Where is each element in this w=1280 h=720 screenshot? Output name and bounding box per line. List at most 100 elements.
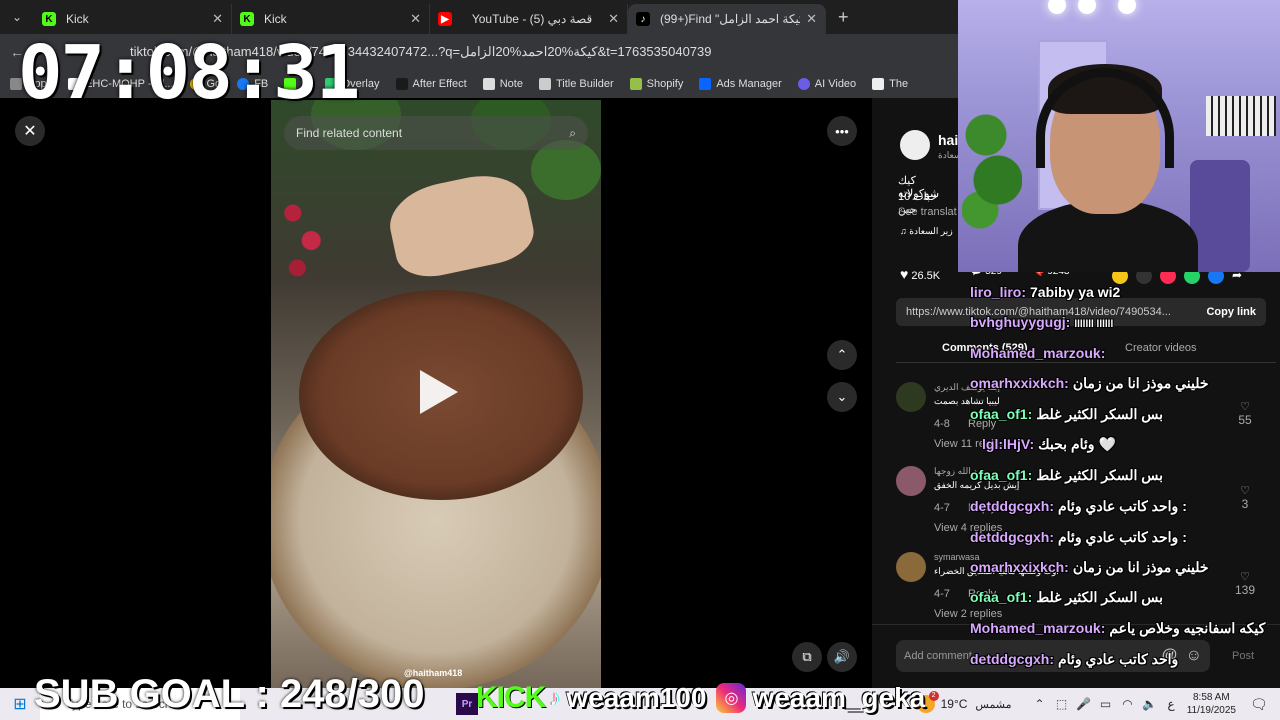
the-icon — [872, 78, 885, 90]
author-name[interactable]: hai — [938, 132, 958, 148]
kick-logo: KICK — [476, 681, 546, 714]
next-video-icon[interactable]: ⌄ — [827, 382, 857, 412]
comment-like[interactable]: ♡ 55 — [1230, 400, 1260, 427]
overlay-clock: 07:08:31 — [18, 30, 360, 116]
new-tab-icon[interactable]: + — [838, 7, 849, 28]
music-row[interactable]: ♫ زير السعادة — [900, 226, 953, 237]
chat-text: كيكه اسفانجيه وخلاص ياعم — [1109, 620, 1266, 636]
close-tab-icon[interactable]: ✕ — [212, 11, 223, 27]
chat-text: وئام بحبك 🤍 — [1038, 436, 1116, 452]
chat-message: detddgcgxh: واحد كاتب عادي وئام : — [970, 529, 1187, 546]
play-icon[interactable] — [420, 370, 458, 414]
bookmark-label: Shopify — [646, 78, 684, 90]
author-subtitle: السعادة — [938, 150, 958, 160]
chat-text: 7abiby ya wi2 — [1030, 284, 1121, 300]
kick-icon: K — [240, 12, 254, 26]
chat-username: detddgcgxh: — [970, 498, 1054, 514]
chat-message: omarhxxixkch: خليني موذز انا من زمان — [970, 375, 1209, 392]
heart-outline-icon: ♡ — [1240, 571, 1250, 583]
heart-outline-icon: ♡ — [1240, 401, 1250, 413]
bookmark-label: Ads Manager — [716, 78, 782, 90]
hand — [383, 166, 539, 284]
comment-avatar[interactable] — [896, 552, 926, 582]
chat-message: lgl:lHjV: وئام بحبك 🤍 — [982, 436, 1116, 453]
notifications-icon[interactable]: 🗨 — [1250, 696, 1272, 713]
kick-icon: K — [42, 12, 56, 26]
close-tab-icon[interactable]: ✕ — [806, 11, 817, 27]
microphone-icon[interactable]: 🎤 — [1076, 697, 1092, 711]
floating-player-icon[interactable]: ⧉ — [792, 642, 822, 672]
chat-username: Mohamed_marzouk: — [970, 620, 1106, 636]
comment-avatar[interactable] — [896, 466, 926, 496]
speaker-icon[interactable]: 🔈 — [1142, 697, 1158, 711]
close-tab-icon[interactable]: ✕ — [608, 11, 619, 27]
taskbar-time: 8:58 AM — [1192, 692, 1230, 703]
chat-text: بس السكر الكثير غلط — [1036, 467, 1164, 483]
tab-title: Kick — [264, 12, 287, 26]
premiere-icon[interactable]: Pr — [456, 693, 478, 715]
webcam-feed — [958, 0, 1280, 272]
chat-username: omarhxxixkch: — [970, 559, 1069, 575]
browser-tab-active[interactable]: ♪ (99+)Find "كيكة احمد الزامل" on T ✕ — [628, 4, 826, 34]
kick-username: weaam100 — [566, 682, 707, 713]
copy-link-button[interactable]: Copy link — [1206, 306, 1256, 318]
chat-message: omarhxxixkch: خليني موذز انا من زمان — [970, 559, 1209, 576]
comment-avatar[interactable] — [896, 382, 926, 412]
bookmark-the[interactable]: The — [872, 78, 908, 90]
tiktok-player: ✕ Find related content ⌕ @haitham418 •••… — [0, 98, 872, 688]
weather-badge: 2 — [928, 691, 939, 701]
comment-like-count: 55 — [1238, 413, 1252, 427]
bookmark-ai-video[interactable]: AI Video — [797, 78, 857, 90]
red-flowers — [279, 180, 325, 290]
related-search-bar[interactable]: Find related content ⌕ — [284, 116, 588, 150]
chat-message: ofaa_of1: بس السكر الكثير غلط — [970, 589, 1163, 606]
close-tab-icon[interactable]: ✕ — [410, 11, 421, 27]
comment-like[interactable]: ♡ 3 — [1230, 484, 1260, 511]
comment-date: 4-7 — [934, 502, 950, 514]
chevron-up-icon[interactable]: ⌃ — [1032, 697, 1048, 711]
bookmark-label: AI Video — [814, 78, 857, 90]
like-action[interactable]: ♥ 26.5K — [900, 266, 940, 282]
bookmark-title-builder[interactable]: Title Builder — [538, 78, 614, 90]
more-options-icon[interactable]: ••• — [827, 116, 857, 146]
network-icon[interactable]: ⬚ — [1054, 697, 1070, 711]
tabs-underline — [896, 362, 1276, 363]
battery-icon[interactable]: ▭ — [1098, 697, 1114, 711]
heart-icon: ♥ — [900, 266, 909, 282]
room-plant — [962, 90, 1022, 240]
bookmark-shopify[interactable]: Shopify — [629, 78, 684, 90]
chat-text: واحد كاتب عادي وئام — [1058, 651, 1179, 667]
bookmark-after-effect[interactable]: After Effect — [395, 78, 467, 90]
chat-text: lllllll llllll — [1074, 319, 1114, 330]
bookmark-label: Title Builder — [555, 78, 614, 90]
chat-message: detddgcgxh: واحد كاتب عادي وئام : — [970, 498, 1187, 515]
wifi-icon[interactable]: ◠ — [1120, 697, 1136, 711]
language-indicator[interactable]: ع — [1168, 697, 1175, 711]
music-title: زير السعادة — [909, 226, 953, 236]
tab-search-menu-icon[interactable]: ⌄ — [0, 0, 34, 34]
author-avatar[interactable] — [900, 130, 930, 160]
browser-tab[interactable]: ▶ YouTube - (5) قصة دبي ✕ — [430, 4, 628, 34]
previous-video-icon[interactable]: ⌃ — [827, 340, 857, 370]
emoji-icon[interactable]: ☺ — [1186, 647, 1202, 665]
bookmark-note[interactable]: Note — [482, 78, 523, 90]
system-tray: 2 19°C مشمس ⌃ ⬚ 🎤 ▭ ◠ 🔈 ع 8:58 AM 11/19/… — [916, 688, 1280, 720]
taskbar-clock[interactable]: 8:58 AM 11/19/2025 — [1187, 691, 1236, 717]
close-icon[interactable]: ✕ — [15, 116, 45, 146]
tab-title: (99+)Find "كيكة احمد الزامل" on T — [660, 12, 800, 26]
see-translation-link[interactable]: See translat — [898, 206, 957, 218]
chat-username: Mohamed_marzouk: — [970, 345, 1106, 361]
view-replies[interactable]: View 2 replies — [934, 608, 1002, 620]
heart-outline-icon: ♡ — [1240, 485, 1250, 497]
ceiling-light — [1048, 0, 1066, 14]
comment-like[interactable]: ♡ 139 — [1230, 570, 1260, 597]
bookmark-ads-manager[interactable]: Ads Manager — [699, 78, 782, 90]
post-button[interactable]: Post — [1232, 650, 1254, 662]
social-handles-overlay: KICK ♪ weaam100 ◎ weaam_geka — [476, 680, 925, 716]
comment-like-count: 3 — [1241, 497, 1249, 511]
sub-goal-overlay: SUB GOAL : 248/300 — [34, 672, 425, 716]
tab-creator-videos[interactable]: Creator videos — [1125, 342, 1197, 354]
volume-icon[interactable]: 🔊 — [827, 642, 857, 672]
chat-text: واحد كاتب عادي وئام : — [1058, 529, 1187, 545]
chat-text: خليني موذز انا من زمان — [1072, 375, 1209, 391]
